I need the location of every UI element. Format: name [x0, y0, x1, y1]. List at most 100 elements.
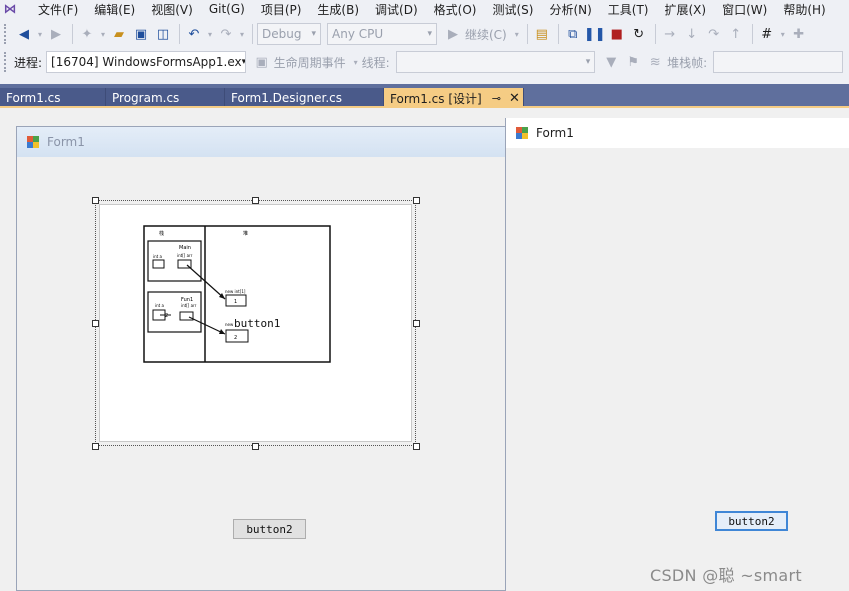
process-select[interactable]: [16704] WindowsFormsApp1.ex ▾ — [46, 51, 246, 73]
toolbar-separator — [557, 24, 559, 44]
back-icon[interactable]: ◀ — [14, 24, 34, 44]
debug-location-toolbar: 进程: [16704] WindowsFormsApp1.ex ▾ ▣ 生命周期… — [0, 48, 849, 76]
menu-help[interactable]: 帮助(H) — [775, 1, 833, 18]
form-icon — [27, 136, 39, 148]
menu-format[interactable]: 格式(O) — [426, 1, 485, 18]
chevron-down-icon: ▾ — [242, 57, 245, 67]
show-threads-icon[interactable]: ≋ — [645, 52, 665, 72]
tab-form1-designer-cs[interactable]: Form1.Designer.cs — [225, 88, 384, 108]
toolbar-separator — [252, 24, 253, 44]
design-button2[interactable]: button2 — [233, 519, 306, 539]
menu-analyze[interactable]: 分析(N) — [541, 1, 599, 18]
menu-build[interactable]: 生成(B) — [309, 1, 367, 18]
filter-icon[interactable]: ▼ — [601, 52, 621, 72]
menu-file[interactable]: 文件(F) — [20, 1, 86, 18]
running-form-window[interactable]: Form1 — [505, 118, 849, 591]
solution-configuration-select[interactable]: Debug ▾ — [257, 23, 321, 45]
hex-display-icon[interactable]: # — [757, 24, 777, 44]
stop-icon[interactable]: ■ — [607, 24, 627, 44]
step-over-icon[interactable]: ↷ — [704, 24, 724, 44]
find-in-files-icon[interactable]: ▤ — [532, 24, 552, 44]
chevron-down-icon: ▾ — [427, 29, 432, 39]
thread-select[interactable]: ▾ — [395, 51, 596, 73]
flag-thread-icon[interactable]: ⚑ — [623, 52, 643, 72]
menu-debug[interactable]: 调试(D) — [367, 1, 426, 18]
save-icon[interactable]: ▣ — [131, 24, 151, 44]
process-value: [16704] WindowsFormsApp1.ex — [51, 55, 242, 69]
dropdown-arrow-icon[interactable]: ▾ — [352, 52, 360, 72]
continue-button[interactable]: 继续(C) — [465, 26, 507, 43]
chevron-down-icon: ▾ — [311, 29, 316, 39]
menu-tools[interactable]: 工具(T) — [600, 1, 657, 18]
menu-test[interactable]: 测试(S) — [484, 1, 541, 18]
dropdown-arrow-icon[interactable]: ▾ — [206, 24, 214, 44]
menu-edit[interactable]: 编辑(E) — [86, 1, 143, 18]
toolbar-separator — [179, 24, 180, 44]
menu-git[interactable]: Git(G) — [201, 2, 253, 16]
show-next-statement-icon[interactable]: → — [660, 24, 680, 44]
pin-icon[interactable]: ⊸ — [492, 92, 501, 105]
step-out-icon[interactable]: ↑ — [726, 24, 746, 44]
design-button2-label: button2 — [246, 522, 293, 536]
design-form-title: Form1 — [47, 135, 85, 149]
redo-icon[interactable]: ↷ — [216, 24, 236, 44]
stack-frame-select[interactable] — [713, 51, 843, 73]
running-form-title: Form1 — [536, 126, 574, 140]
dropdown-arrow-icon[interactable]: ▾ — [99, 24, 107, 44]
standard-toolbar: ◀ ▾ ▶ ✦ ▾ ▰ ▣ ◫ ↶ ▾ ↷ ▾ Debug ▾ Any CPU … — [0, 20, 849, 48]
dropdown-arrow-icon[interactable]: ▾ — [36, 24, 44, 44]
heap-arr1-value: 1 — [234, 299, 237, 305]
design-form-titlebar: Form1 — [17, 127, 515, 157]
screenshot-icon[interactable]: ⧉ — [563, 24, 583, 44]
heap-label: 堆 — [243, 230, 248, 237]
visual-studio-logo-icon: ⋈ — [3, 1, 17, 17]
running-button2-label: button2 — [728, 514, 775, 528]
menu-view[interactable]: 视图(V) — [143, 1, 201, 18]
resize-handle-top[interactable] — [252, 197, 259, 204]
lifecycle-events-button[interactable]: 生命周期事件 — [274, 54, 346, 71]
resize-handle-top-left[interactable] — [92, 197, 99, 204]
step-into-icon[interactable]: ↓ — [682, 24, 702, 44]
document-tab-strip: Form1.cs Program.cs Form1.Designer.cs Fo… — [0, 84, 849, 108]
dropdown-arrow-icon[interactable]: ▾ — [513, 24, 521, 44]
tab-form1-design[interactable]: Form1.cs [设计] ⊸ ✕ — [384, 88, 524, 108]
play-icon[interactable]: ▶ — [443, 24, 463, 44]
tab-label: Program.cs — [112, 91, 180, 105]
dropdown-arrow-icon[interactable]: ▾ — [779, 24, 787, 44]
pause-icon[interactable]: ❚❚ — [584, 24, 606, 44]
resize-handle-left[interactable] — [92, 320, 99, 327]
lifecycle-events-icon[interactable]: ▣ — [252, 52, 272, 72]
menu-extensions[interactable]: 扩展(X) — [656, 1, 714, 18]
dropdown-arrow-icon[interactable]: ▾ — [238, 24, 246, 44]
fun-int-label: int a — [155, 303, 164, 308]
running-button2[interactable]: button2 — [715, 511, 788, 531]
new-project-icon[interactable]: ✦ — [77, 24, 97, 44]
toolbar-grip[interactable] — [4, 24, 8, 44]
menu-window[interactable]: 窗口(W) — [714, 1, 775, 18]
button1[interactable]: button1 — [234, 317, 280, 330]
memory-diagram-image: 栈 堆 Main int a int[] arr Fun1 int a int[… — [143, 225, 331, 363]
toolbar-grip[interactable] — [4, 52, 8, 72]
save-all-icon[interactable]: ◫ — [153, 24, 173, 44]
solution-platform-select[interactable]: Any CPU ▾ — [327, 23, 437, 45]
fun-int-value: 2 — [165, 313, 168, 319]
resize-handle-top-right[interactable] — [413, 197, 420, 204]
resize-handle-bottom[interactable] — [252, 443, 259, 450]
resize-handle-right[interactable] — [413, 320, 420, 327]
open-folder-icon[interactable]: ▰ — [109, 24, 129, 44]
resize-handle-bottom-left[interactable] — [92, 443, 99, 450]
forward-icon[interactable]: ▶ — [46, 24, 66, 44]
process-label: 进程: — [14, 55, 43, 70]
close-icon[interactable]: ✕ — [509, 91, 520, 106]
running-form-titlebar: Form1 — [506, 118, 849, 148]
undo-icon[interactable]: ↶ — [184, 24, 204, 44]
tab-program-cs[interactable]: Program.cs — [106, 88, 225, 108]
toolbar-separator — [751, 24, 753, 44]
toolbar-separator — [654, 24, 656, 44]
menu-project[interactable]: 项目(P) — [253, 1, 310, 18]
resize-handle-bottom-right[interactable] — [413, 443, 420, 450]
breakpoint-toolbar-icon[interactable]: ✚ — [789, 24, 809, 44]
tab-form1-cs[interactable]: Form1.cs — [0, 88, 106, 108]
toolbar-separator — [526, 24, 528, 44]
restart-icon[interactable]: ↻ — [629, 24, 649, 44]
